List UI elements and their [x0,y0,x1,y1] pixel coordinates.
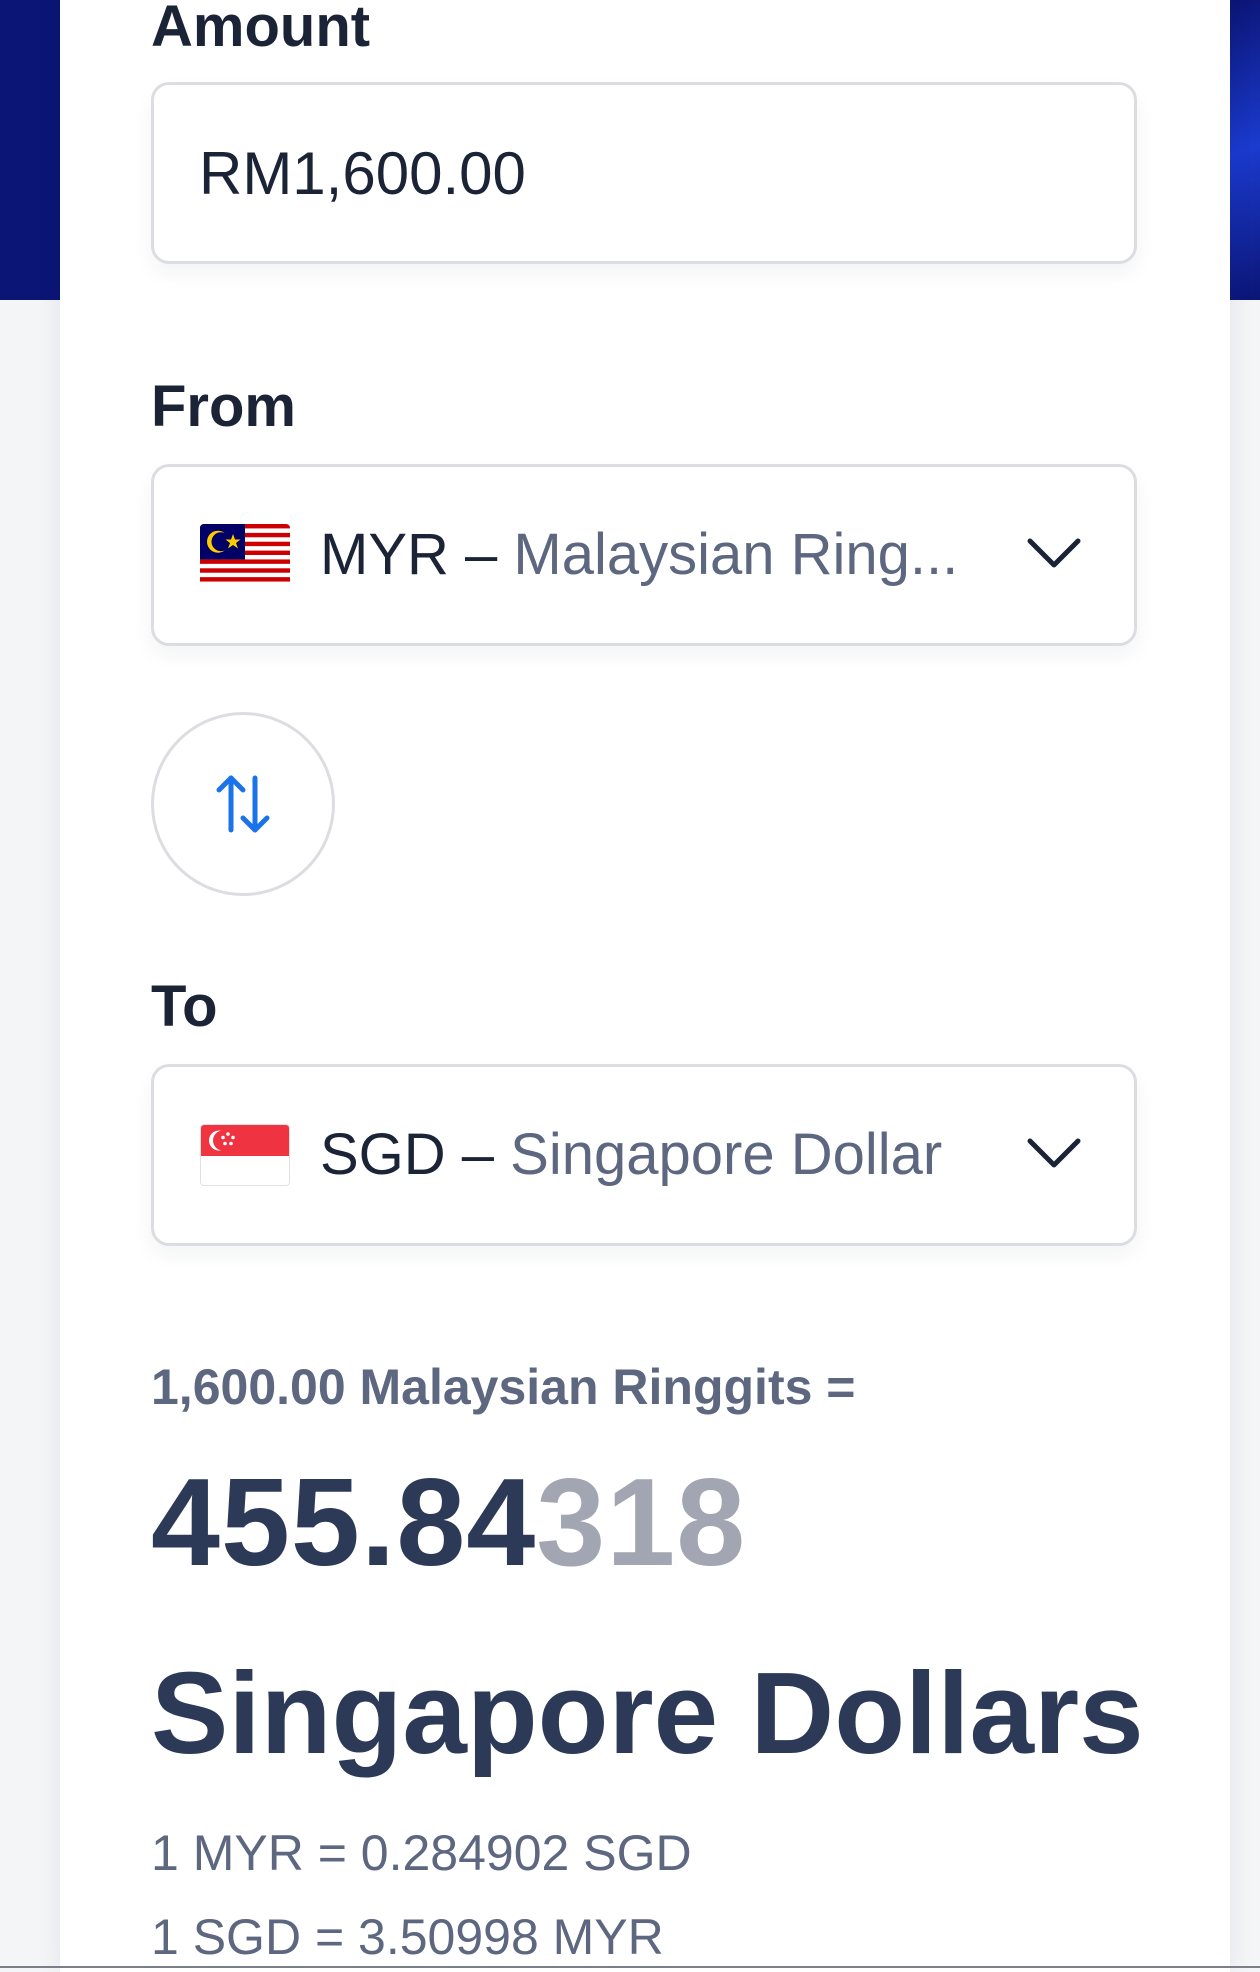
singapore-flag-icon [200,1124,290,1186]
from-label: From [151,374,296,439]
swap-arrows-icon [216,775,270,833]
amount-input[interactable] [199,85,1079,261]
chevron-down-icon[interactable] [1018,517,1090,589]
from-currency-select[interactable]: MYR – Malaysian Ring... [151,464,1137,646]
result-value-main: 455.84 [151,1454,537,1592]
conversion-result: 455.84318 [151,1455,746,1591]
from-currency-text: MYR – Malaysian Ring... [320,467,958,643]
amount-label: Amount [151,0,371,59]
amount-field[interactable] [151,82,1137,264]
chevron-down-icon[interactable] [1018,1117,1090,1189]
result-currency-name: Singapore Dollars [151,1648,1144,1778]
to-currency-select[interactable]: SGD – Singapore Dollar [151,1064,1137,1246]
rate-reverse: 1 SGD = 3.50998 MYR [151,1909,664,1965]
to-currency-text: SGD – Singapore Dollar [320,1067,942,1243]
swap-currencies-button[interactable] [151,712,335,896]
bottom-divider [0,1966,1260,1968]
to-currency-name: Singapore Dollar [510,1122,943,1187]
result-value-extra-digits: 318 [536,1454,747,1592]
malaysia-flag-icon [200,524,290,586]
rate-forward: 1 MYR = 0.284902 SGD [151,1825,692,1881]
header-accent [1230,0,1260,300]
from-currency-code: MYR – [320,522,514,587]
to-label: To [151,974,218,1039]
from-currency-name: Malaysian Ring... [513,522,959,587]
to-currency-code: SGD – [320,1122,511,1187]
conversion-summary: 1,600.00 Malaysian Ringgits = [151,1359,856,1415]
